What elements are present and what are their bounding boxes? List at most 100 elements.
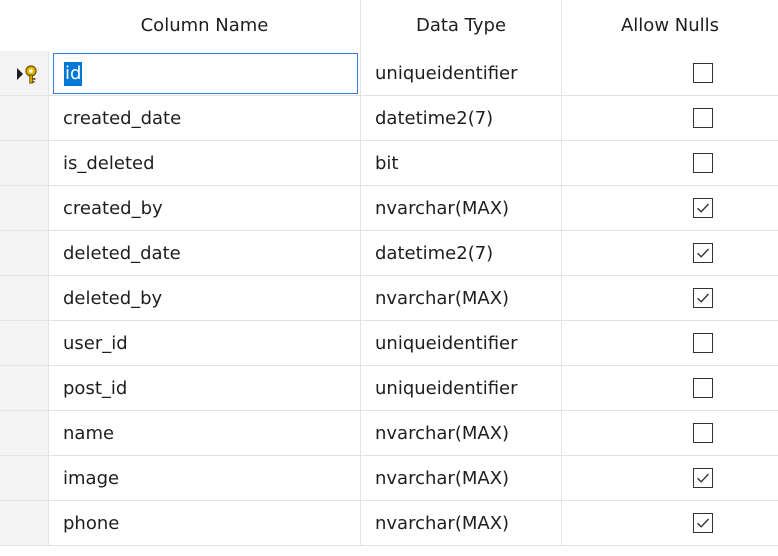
data-type-text: nvarchar(MAX) (375, 423, 510, 444)
allow-nulls-cell (562, 231, 778, 276)
column-name-text: user_id (63, 333, 128, 354)
row-selector[interactable] (0, 321, 49, 366)
allow-nulls-checkbox[interactable] (693, 198, 713, 218)
data-type-text: uniqueidentifier (375, 333, 518, 354)
checkmark-icon (697, 203, 710, 213)
current-row-arrow-icon (17, 68, 23, 80)
data-type-cell[interactable]: datetime2(7) (361, 231, 562, 276)
column-name-text: post_id (63, 378, 128, 399)
column-name-text: created_date (63, 108, 182, 129)
header-data-type[interactable]: Data Type (361, 0, 562, 51)
allow-nulls-checkbox[interactable] (693, 513, 713, 533)
column-name-cell[interactable]: phone (49, 501, 361, 546)
data-type-cell[interactable]: bit (361, 141, 562, 186)
data-type-cell[interactable]: uniqueidentifier (361, 51, 562, 96)
row-selector[interactable] (0, 96, 49, 141)
allow-nulls-cell (562, 276, 778, 321)
column-name-cell[interactable]: deleted_by (49, 276, 361, 321)
table-row[interactable]: post_id uniqueidentifier (0, 366, 778, 411)
data-type-text: datetime2(7) (375, 243, 494, 264)
grid-header: Column Name Data Type Allow Nulls (0, 0, 778, 51)
data-type-text: uniqueidentifier (375, 63, 518, 84)
column-name-text: name (63, 423, 115, 444)
column-name-text: is_deleted (63, 153, 155, 174)
table-row[interactable]: user_id uniqueidentifier (0, 321, 778, 366)
row-selector[interactable] (0, 51, 49, 96)
row-selector[interactable] (0, 231, 49, 276)
header-selector-corner (0, 0, 49, 51)
row-selector[interactable] (0, 411, 49, 456)
data-type-text: nvarchar(MAX) (375, 288, 510, 309)
allow-nulls-checkbox[interactable] (693, 378, 713, 398)
allow-nulls-checkbox[interactable] (693, 423, 713, 443)
column-name-cell[interactable]: created_date (49, 96, 361, 141)
column-name-cell[interactable]: user_id (49, 321, 361, 366)
table-row[interactable]: name nvarchar(MAX) (0, 411, 778, 456)
row-selector[interactable] (0, 366, 49, 411)
column-name-cell[interactable]: post_id (49, 366, 361, 411)
header-column-name[interactable]: Column Name (49, 0, 361, 51)
data-type-cell[interactable]: nvarchar(MAX) (361, 186, 562, 231)
row-selector[interactable] (0, 276, 49, 321)
row-selector[interactable] (0, 141, 49, 186)
column-name-text: phone (63, 513, 120, 534)
data-type-cell[interactable]: uniqueidentifier (361, 321, 562, 366)
data-type-cell[interactable]: nvarchar(MAX) (361, 456, 562, 501)
table-row[interactable]: created_date datetime2(7) (0, 96, 778, 141)
selected-text: id (64, 62, 83, 86)
data-type-cell[interactable]: uniqueidentifier (361, 366, 562, 411)
column-name-cell[interactable]: name (49, 411, 361, 456)
allow-nulls-cell (562, 186, 778, 231)
allow-nulls-cell (562, 366, 778, 411)
column-name-cell[interactable]: image (49, 456, 361, 501)
table-row[interactable]: deleted_date datetime2(7) (0, 231, 778, 276)
allow-nulls-checkbox[interactable] (693, 468, 713, 488)
allow-nulls-cell (562, 96, 778, 141)
allow-nulls-cell (562, 141, 778, 186)
row-selector[interactable] (0, 456, 49, 501)
data-type-cell[interactable]: nvarchar(MAX) (361, 501, 562, 546)
data-type-cell[interactable]: datetime2(7) (361, 96, 562, 141)
data-type-cell[interactable]: nvarchar(MAX) (361, 411, 562, 456)
data-type-text: uniqueidentifier (375, 378, 518, 399)
allow-nulls-checkbox[interactable] (693, 63, 713, 83)
allow-nulls-cell (562, 501, 778, 546)
allow-nulls-cell (562, 321, 778, 366)
table-row[interactable]: id uniqueidentifier (0, 51, 778, 96)
row-selector[interactable] (0, 501, 49, 546)
checkmark-icon (697, 293, 710, 303)
allow-nulls-checkbox[interactable] (693, 108, 713, 128)
data-type-cell[interactable]: nvarchar(MAX) (361, 276, 562, 321)
data-type-text: nvarchar(MAX) (375, 513, 510, 534)
row-selector[interactable] (0, 186, 49, 231)
data-type-text: datetime2(7) (375, 108, 494, 129)
column-name-text: deleted_date (63, 243, 181, 264)
data-type-text: nvarchar(MAX) (375, 198, 510, 219)
checkmark-icon (697, 518, 710, 528)
allow-nulls-checkbox[interactable] (693, 153, 713, 173)
table-row[interactable]: phone nvarchar(MAX) (0, 501, 778, 546)
table-row[interactable]: created_by nvarchar(MAX) (0, 186, 778, 231)
allow-nulls-checkbox[interactable] (693, 288, 713, 308)
column-name-text: created_by (63, 198, 163, 219)
allow-nulls-cell (562, 456, 778, 501)
header-allow-nulls[interactable]: Allow Nulls (562, 0, 778, 51)
column-name-input[interactable]: id (53, 53, 358, 94)
allow-nulls-cell (562, 51, 778, 96)
table-row[interactable]: image nvarchar(MAX) (0, 456, 778, 501)
table-designer-grid: Column Name Data Type Allow Nulls id uniq… (0, 0, 778, 556)
checkmark-icon (697, 248, 710, 258)
data-type-text: bit (375, 153, 399, 174)
allow-nulls-cell (562, 411, 778, 456)
column-name-cell[interactable]: is_deleted (49, 141, 361, 186)
data-type-text: nvarchar(MAX) (375, 468, 510, 489)
table-row[interactable]: deleted_by nvarchar(MAX) (0, 276, 778, 321)
checkmark-icon (697, 473, 710, 483)
column-name-cell[interactable]: id (49, 51, 361, 96)
allow-nulls-checkbox[interactable] (693, 243, 713, 263)
allow-nulls-checkbox[interactable] (693, 333, 713, 353)
column-name-cell[interactable]: created_by (49, 186, 361, 231)
column-name-cell[interactable]: deleted_date (49, 231, 361, 276)
table-row[interactable]: is_deleted bit (0, 141, 778, 186)
column-name-text: deleted_by (63, 288, 163, 309)
